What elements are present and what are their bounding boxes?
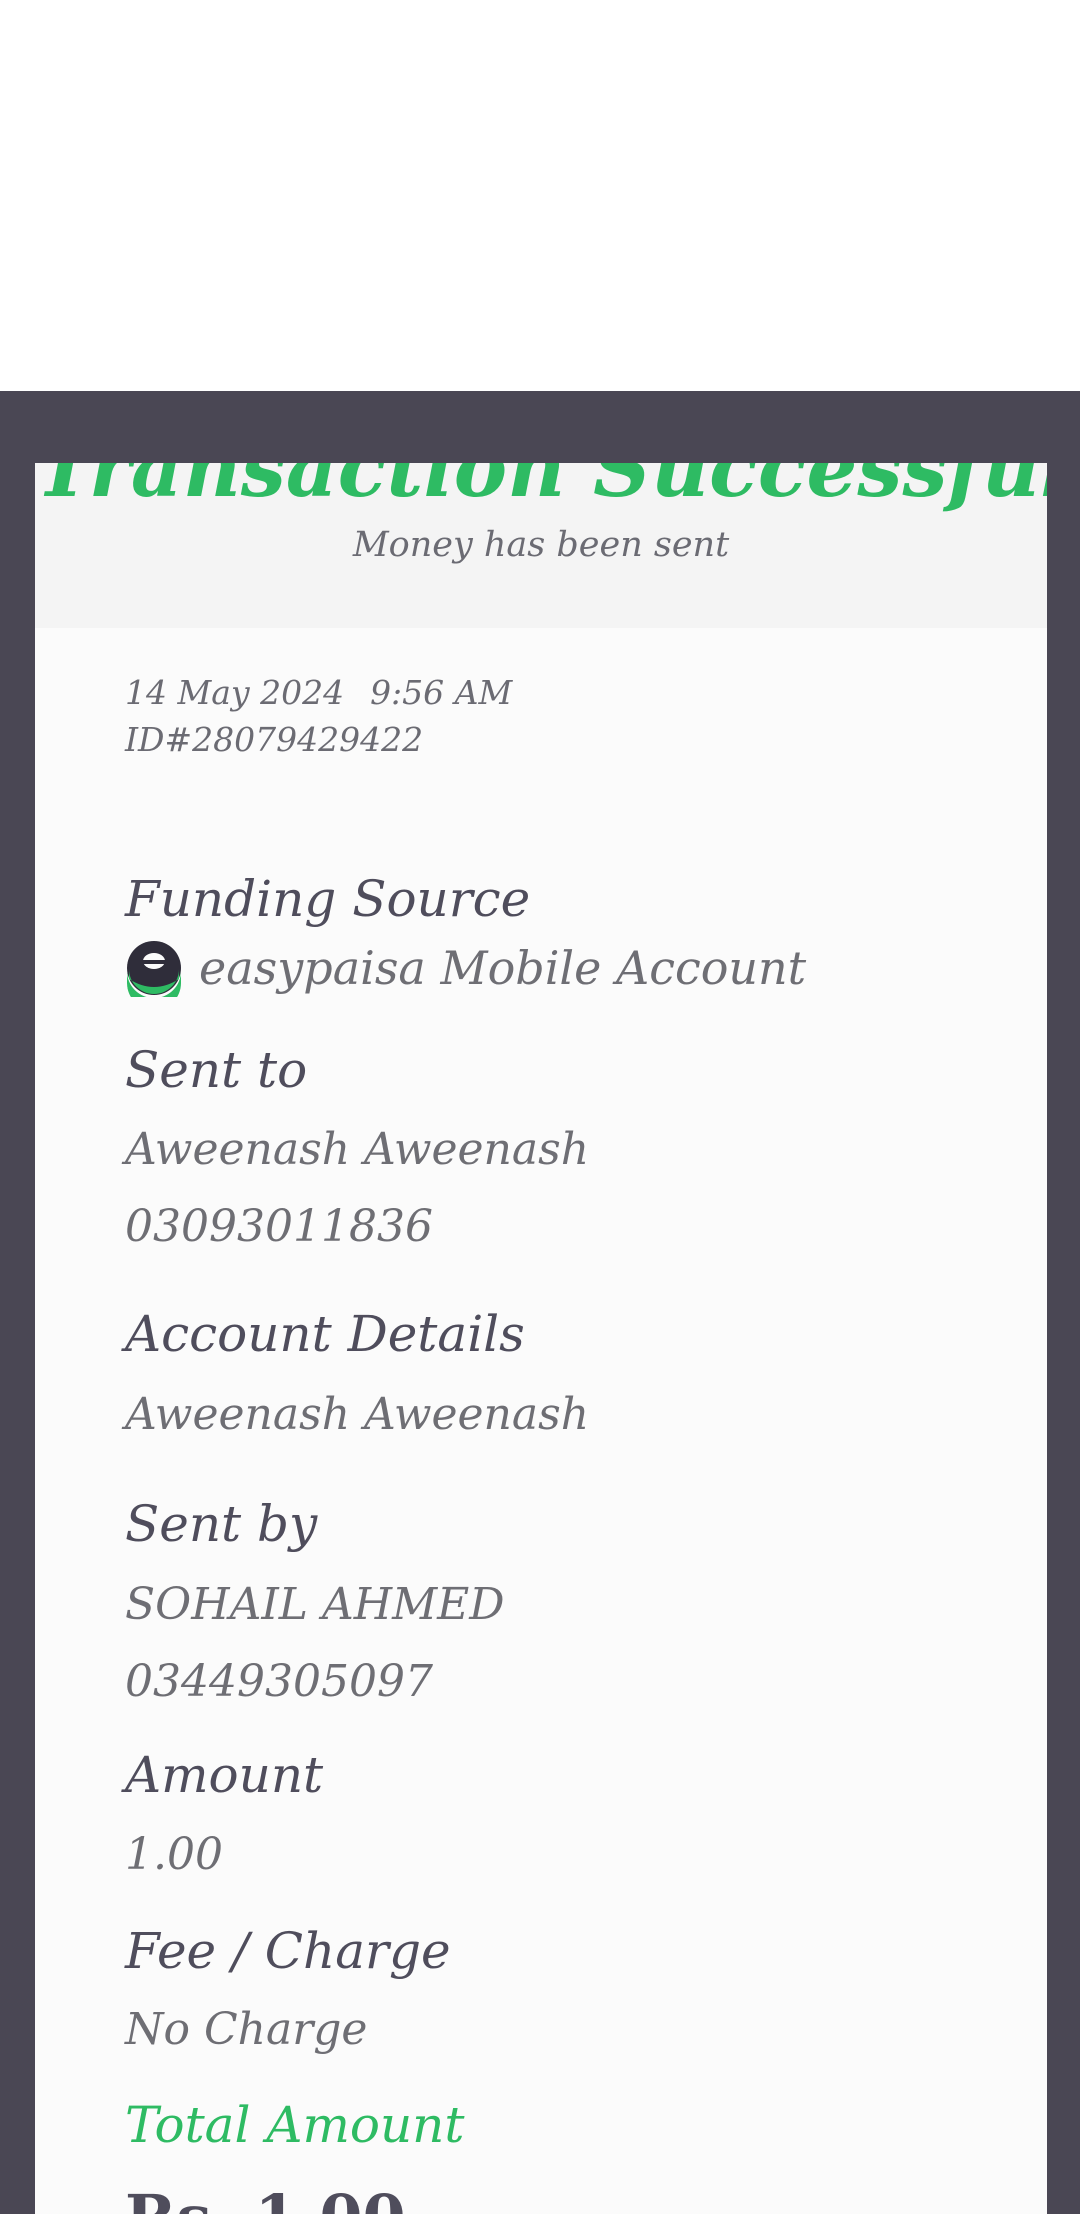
fee-value: No Charge	[125, 2004, 368, 2055]
fee-label: Fee / Charge	[125, 1922, 451, 1980]
funding-source-row: easypaisa Mobile Account	[125, 939, 806, 997]
amount-label: Amount	[125, 1746, 324, 1804]
funding-source-value: easypaisa Mobile Account	[199, 941, 807, 995]
receipt-card: Transaction Successful Money has been se…	[35, 463, 1047, 2214]
total-amount-label: Total Amount	[125, 2096, 465, 2154]
total-amount-value: Rs. 1.00	[125, 2181, 406, 2214]
transaction-status-subtitle: Money has been sent	[352, 525, 730, 565]
transaction-id: ID#28079429422	[125, 720, 424, 759]
receipt-header: Transaction Successful Money has been se…	[35, 463, 1047, 628]
sent-by-label: Sent by	[125, 1495, 318, 1553]
sent-to-name: Aweenash Aweenash	[125, 1124, 590, 1175]
sent-by-number: 03449305097	[125, 1656, 433, 1707]
sent-by-name: SOHAIL AHMED	[125, 1579, 505, 1630]
easypaisa-logo-icon	[127, 941, 181, 997]
sent-to-label: Sent to	[125, 1041, 308, 1099]
funding-source-label: Funding Source	[125, 870, 531, 928]
sent-to-number: 03093011836	[125, 1201, 433, 1252]
transaction-datetime: 14 May 2024 9:56 AM	[125, 673, 512, 712]
top-blank-area	[0, 0, 1080, 391]
transaction-time: 9:56 AM	[370, 673, 513, 712]
amount-value: 1.00	[125, 1829, 223, 1880]
screen: Transaction Successful Money has been se…	[0, 0, 1080, 2214]
transaction-status-title: Transaction Successful	[35, 463, 1047, 515]
account-details-label: Account Details	[125, 1305, 525, 1363]
transaction-date: 14 May 2024	[125, 673, 345, 712]
account-details-name: Aweenash Aweenash	[125, 1389, 590, 1440]
